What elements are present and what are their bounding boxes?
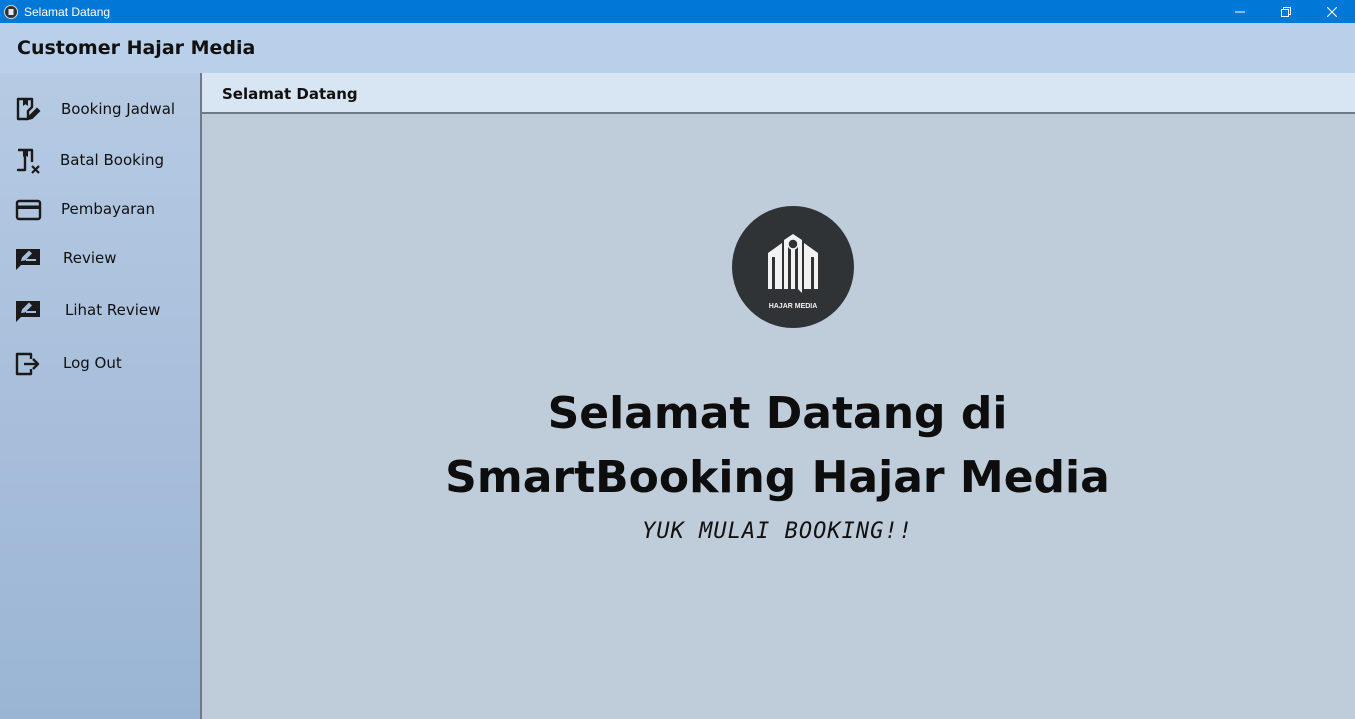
- tab-selamat-datang[interactable]: Selamat Datang: [222, 85, 358, 103]
- welcome-heading: Selamat Datang di SmartBooking Hajar Med…: [202, 382, 1353, 510]
- welcome-subtitle: YUK MULAI BOOKING!!: [642, 519, 913, 544]
- sidebar-item-log-out[interactable]: Log Out: [0, 342, 200, 382]
- window-title: Selamat Datang: [24, 4, 111, 19]
- sidebar-item-label: Lihat Review: [65, 301, 161, 319]
- tab-strip: Selamat Datang: [200, 73, 1355, 114]
- minimize-icon: [1235, 11, 1245, 12]
- sidebar-item-pembayaran[interactable]: Pembayaran: [0, 188, 200, 228]
- sidebar-item-lihat-review[interactable]: Lihat Review: [0, 289, 200, 329]
- sidebar-item-batal-booking[interactable]: Batal Booking: [0, 139, 200, 179]
- sidebar-item-label: Review: [63, 249, 117, 267]
- restore-icon: [1281, 6, 1291, 17]
- sidebar: Booking Jadwal Batal Booking Pembayaran …: [0, 73, 200, 719]
- sidebar-item-label: Booking Jadwal: [61, 100, 176, 118]
- close-icon: [1327, 6, 1337, 17]
- sidebar-item-label: Pembayaran: [61, 200, 155, 218]
- main-content: HAJAR MEDIA Selamat Datang di SmartBooki…: [200, 114, 1355, 719]
- review-icon: [16, 301, 40, 322]
- app-header: Customer Hajar Media: [0, 23, 1355, 73]
- review-icon: [16, 249, 40, 270]
- minimize-button[interactable]: [1217, 0, 1263, 23]
- app-icon: [4, 4, 18, 19]
- window-titlebar: Selamat Datang: [0, 0, 1355, 23]
- booking-cancel-icon: [16, 148, 40, 174]
- welcome-heading-line1: Selamat Datang di: [547, 388, 1008, 439]
- restore-button[interactable]: [1263, 0, 1309, 23]
- sidebar-item-label: Log Out: [63, 354, 122, 372]
- credit-card-icon: [15, 199, 42, 221]
- close-button[interactable]: [1309, 0, 1355, 23]
- welcome-heading-line2: SmartBooking Hajar Media: [445, 452, 1110, 503]
- sidebar-item-booking-jadwal[interactable]: Booking Jadwal: [0, 88, 200, 128]
- logout-icon: [15, 352, 40, 376]
- booking-edit-icon: [16, 97, 41, 121]
- hajar-media-logo: HAJAR MEDIA: [732, 206, 854, 328]
- app-title: Customer Hajar Media: [17, 37, 256, 59]
- sidebar-item-label: Batal Booking: [60, 151, 165, 169]
- sidebar-item-review[interactable]: Review: [0, 237, 200, 277]
- logo-text: HAJAR MEDIA: [769, 303, 818, 310]
